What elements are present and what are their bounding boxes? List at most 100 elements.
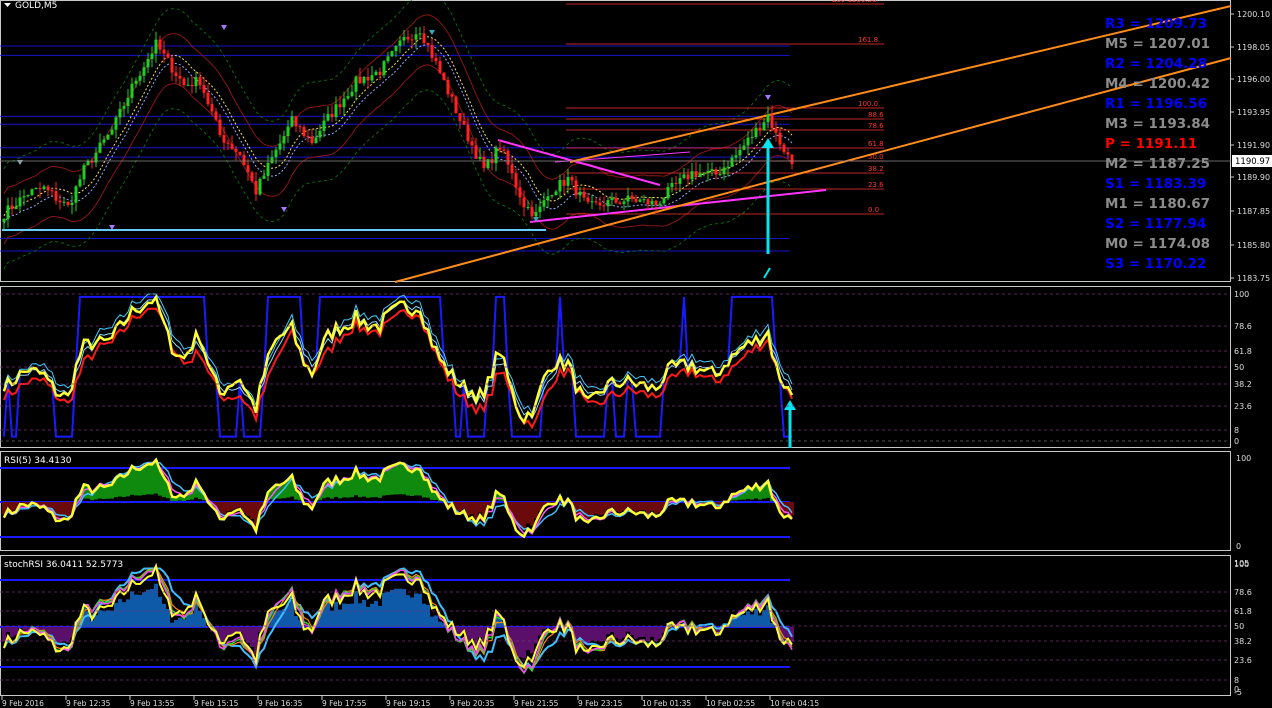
candle-body <box>750 137 754 139</box>
rsi-histogram-bar <box>590 502 594 516</box>
candle-body <box>470 141 474 146</box>
candle-body <box>422 33 426 44</box>
candle-body <box>498 147 502 150</box>
candle-body <box>770 114 774 129</box>
rsi-histogram-bar <box>522 502 526 530</box>
candle-body <box>250 172 254 181</box>
stochrsi-histogram-bar <box>418 593 422 627</box>
stochrsi-histogram-bar <box>750 614 754 627</box>
oscillator-tick-label: 38.2 <box>1234 380 1252 389</box>
candle-body <box>530 207 534 217</box>
candle-body <box>214 111 218 120</box>
stochrsi-histogram-bar <box>758 615 762 627</box>
rsi-histogram-bar <box>222 502 226 516</box>
candle-body <box>566 176 570 186</box>
candle-body <box>310 136 314 144</box>
rsi-histogram-bar <box>478 502 482 513</box>
stochrsi-histogram-bar <box>638 627 642 638</box>
rsi-histogram-bar <box>350 478 354 498</box>
stochrsi-histogram-bar <box>378 606 382 627</box>
candle-body <box>510 164 514 174</box>
candle-body <box>194 77 198 87</box>
candle-body <box>158 39 162 50</box>
stochrsi-histogram-bar <box>58 627 62 646</box>
rsi-histogram-bar <box>634 502 638 512</box>
candle-body <box>322 120 326 131</box>
candle-body <box>130 83 134 98</box>
candle-body <box>562 179 566 186</box>
candle-body <box>606 200 610 207</box>
stochrsi-histogram-bar <box>2 627 6 642</box>
stochrsi-histogram-bar <box>10 627 14 638</box>
candle-body <box>334 104 338 118</box>
candle-body <box>666 187 670 199</box>
rsi-histogram-bar <box>606 502 610 509</box>
pivot-m0-label: M0 = 1174.08 <box>1105 236 1210 252</box>
candle-body <box>614 197 618 203</box>
candle-body <box>694 171 698 178</box>
rsi-histogram-bar <box>646 502 650 515</box>
candle-body <box>142 67 146 76</box>
candle-body <box>586 197 590 202</box>
rsi-histogram-bar <box>250 502 254 520</box>
candle-body <box>706 170 710 173</box>
candle-body <box>358 76 362 84</box>
candle-body <box>726 166 730 168</box>
stochrsi-histogram-bar <box>358 603 362 627</box>
price-tick-label: 1183.75 <box>1237 274 1270 283</box>
stochrsi-histogram-bar <box>246 627 250 644</box>
rsi-histogram-bar <box>638 502 642 511</box>
stochrsi-histogram-bar <box>530 627 534 654</box>
candle-body <box>678 178 682 184</box>
candle-body <box>306 136 310 138</box>
candle-body <box>630 195 634 199</box>
stochrsi-histogram-bar <box>366 606 370 627</box>
candle-body <box>570 176 574 181</box>
candle-body <box>6 205 10 219</box>
time-tick-label: 9 Feb 21:55 <box>514 699 559 708</box>
stochrsi-histogram-bar <box>190 613 194 627</box>
background <box>0 0 1272 708</box>
stochrsi-histogram-bar <box>122 602 126 627</box>
stochrsi-histogram-bar <box>126 599 130 627</box>
rsi-histogram-bar <box>110 484 114 499</box>
rsi-histogram-bar <box>338 483 342 499</box>
stochrsi-histogram-bar <box>526 627 530 651</box>
stochrsi-histogram-bar <box>362 599 366 627</box>
stochrsi-histogram-bar <box>226 627 230 636</box>
stochrsi-histogram-bar <box>550 627 554 630</box>
time-tick-label: 9 Feb 16:35 <box>258 699 303 708</box>
stochrsi-histogram-bar <box>542 627 546 630</box>
candle-body <box>410 39 414 41</box>
stochrsi-histogram-bar <box>738 616 742 627</box>
candle-body <box>778 132 782 145</box>
candle-body <box>518 187 522 198</box>
rsi-histogram-bar <box>142 466 146 495</box>
candle-body <box>458 113 462 121</box>
candle-body <box>30 189 34 196</box>
stochrsi-histogram-bar <box>150 589 154 627</box>
candle-body <box>242 154 246 166</box>
price-tick-label: 1187.85 <box>1237 207 1270 216</box>
stochrsi-histogram-bar <box>154 583 158 627</box>
stochrsi-histogram-bar <box>646 627 650 642</box>
rsi-histogram-bar <box>106 485 110 499</box>
stochrsi-tick-label: 23.6 <box>1234 656 1252 665</box>
stochrsi-histogram-bar <box>22 627 26 630</box>
oscillator-tick-label: 61.8 <box>1234 347 1252 356</box>
stochrsi-histogram-bar <box>658 627 662 639</box>
candle-body <box>330 113 334 118</box>
rsi-histogram-bar <box>6 502 10 508</box>
candle-body <box>2 218 6 223</box>
candle-body <box>714 169 718 175</box>
pivot-p-label: P = 1191.11 <box>1105 136 1197 152</box>
candle-body <box>98 142 102 153</box>
candle-body <box>170 57 174 73</box>
rsi-histogram-bar <box>226 502 230 512</box>
candle-body <box>502 149 506 151</box>
rsi-histogram-bar <box>602 502 606 515</box>
candle-body <box>146 58 150 68</box>
candle-body <box>366 76 370 81</box>
candle-body <box>270 157 274 163</box>
candle-body <box>482 156 486 169</box>
